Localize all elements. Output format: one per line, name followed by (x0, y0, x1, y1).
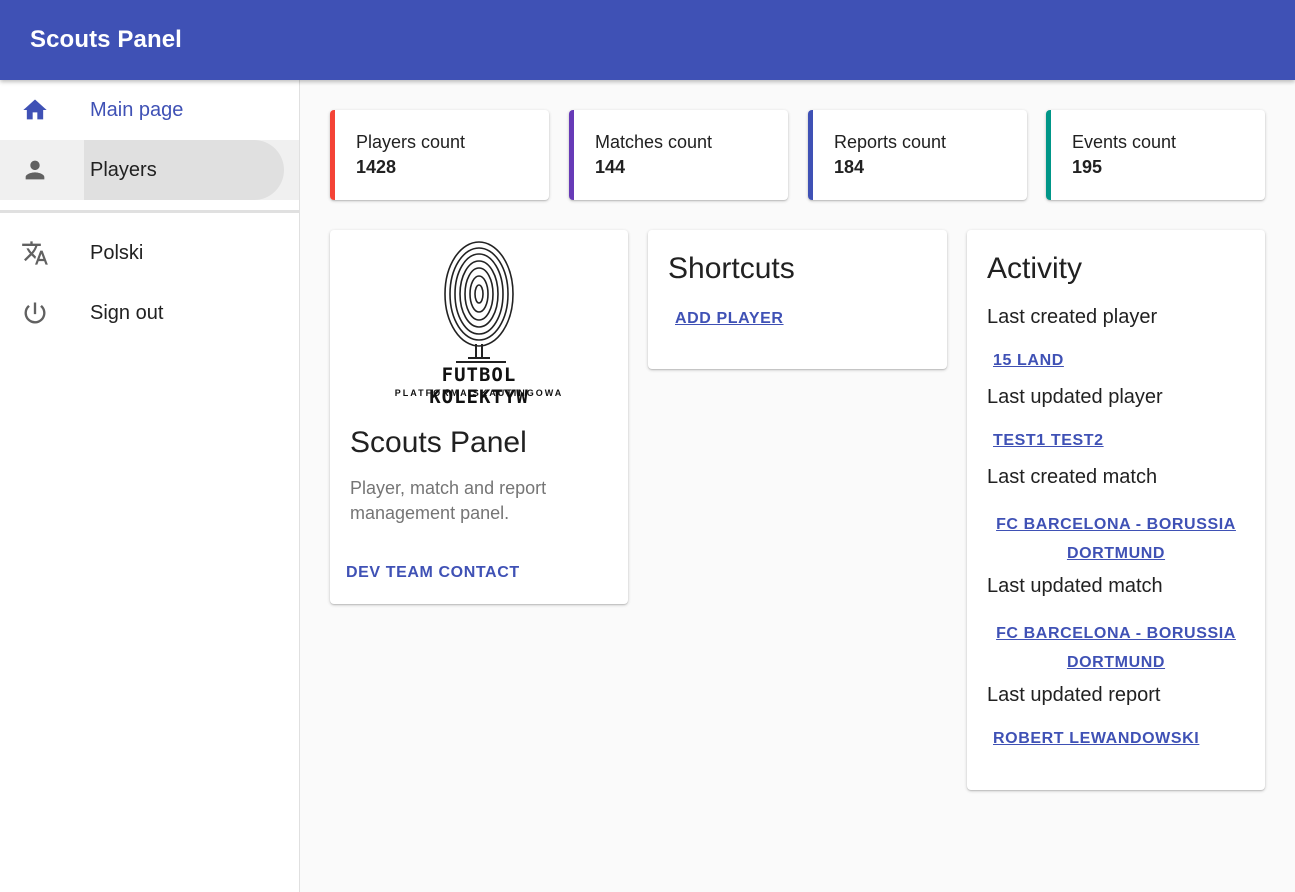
sidebar-item-players[interactable]: Players (0, 140, 299, 200)
logo-text: FUTBOL KOLEKTYW (429, 364, 529, 408)
last-updated-player-label: Last updated player (987, 386, 1163, 408)
sidebar-item-language[interactable]: Polski (0, 223, 299, 283)
last-updated-report-label: Last updated report (987, 684, 1161, 706)
shortcuts-title: Shortcuts (668, 252, 795, 285)
stat-label: Reports count (834, 132, 947, 152)
app-title: Scouts Panel (30, 26, 182, 53)
fingerprint-icon (444, 241, 514, 363)
stat-card-matches: Matches count 144 (569, 110, 788, 200)
about-description: Player, match and report management pane… (350, 478, 547, 523)
stat-label: Events count (1072, 132, 1177, 152)
last-created-match-label: Last created match (987, 466, 1158, 488)
sidebar-item-label: Main page (90, 98, 184, 121)
last-updated-match-link[interactable]: FC BARCELONA - BORUSSIA DORTMUND (993, 619, 1239, 677)
dev-team-contact-button[interactable]: DEV TEAM CONTACT (346, 564, 520, 582)
stat-value: 144 (595, 157, 626, 177)
activity-card: Activity Last created player 15 LAND Las… (967, 230, 1265, 790)
stat-card-events: Events count 195 (1046, 110, 1265, 200)
sidebar-item-label: Sign out (90, 301, 164, 324)
translate-icon (22, 241, 48, 265)
about-title: Scouts Panel (350, 426, 527, 459)
sidebar-item-label: Polski (90, 241, 144, 264)
stat-card-players: Players count 1428 (330, 110, 549, 200)
last-created-match-link[interactable]: FC BARCELONA - BORUSSIA DORTMUND (993, 510, 1239, 568)
last-updated-report-link[interactable]: ROBERT LEWANDOWSKI (993, 730, 1199, 748)
stat-accent-bar (569, 110, 574, 200)
sidebar-item-main-page[interactable]: Main page (0, 80, 299, 140)
shortcuts-card: Shortcuts ADD PLAYER (648, 230, 947, 369)
sidebar-item-label: Players (90, 158, 157, 181)
activity-title: Activity (987, 252, 1083, 285)
stat-card-reports: Reports count 184 (808, 110, 1027, 200)
fingerprint-logo: FUTBOL KOLEKTYW PLATFORMA SKAUTINGOWA (386, 236, 572, 408)
about-card: FUTBOL KOLEKTYW PLATFORMA SKAUTINGOWA Sc… (330, 230, 628, 604)
last-updated-player-link[interactable]: TEST1 TEST2 (993, 432, 1104, 450)
stat-label: Matches count (595, 132, 713, 152)
last-created-player-label: Last created player (987, 306, 1158, 328)
stat-accent-bar (808, 110, 813, 200)
stat-label: Players count (356, 132, 466, 152)
home-icon (23, 99, 47, 120)
stat-value: 184 (834, 157, 865, 177)
stat-value: 195 (1072, 157, 1103, 177)
sidebar-item-sign-out[interactable]: Sign out (0, 283, 299, 343)
last-updated-match-label: Last updated match (987, 575, 1163, 597)
sidebar: Main page Players Polski Sign out (0, 80, 300, 892)
person-icon (25, 160, 45, 180)
add-player-link[interactable]: ADD PLAYER (675, 310, 784, 328)
stat-accent-bar (330, 110, 335, 200)
app-bar: Scouts Panel (0, 0, 1295, 80)
sidebar-divider (0, 210, 299, 213)
power-icon (24, 302, 46, 324)
last-created-player-link[interactable]: 15 LAND (993, 352, 1064, 370)
stat-value: 1428 (356, 157, 397, 177)
logo-subtext: PLATFORMA SKAUTINGOWA (394, 388, 564, 398)
stat-accent-bar (1046, 110, 1051, 200)
